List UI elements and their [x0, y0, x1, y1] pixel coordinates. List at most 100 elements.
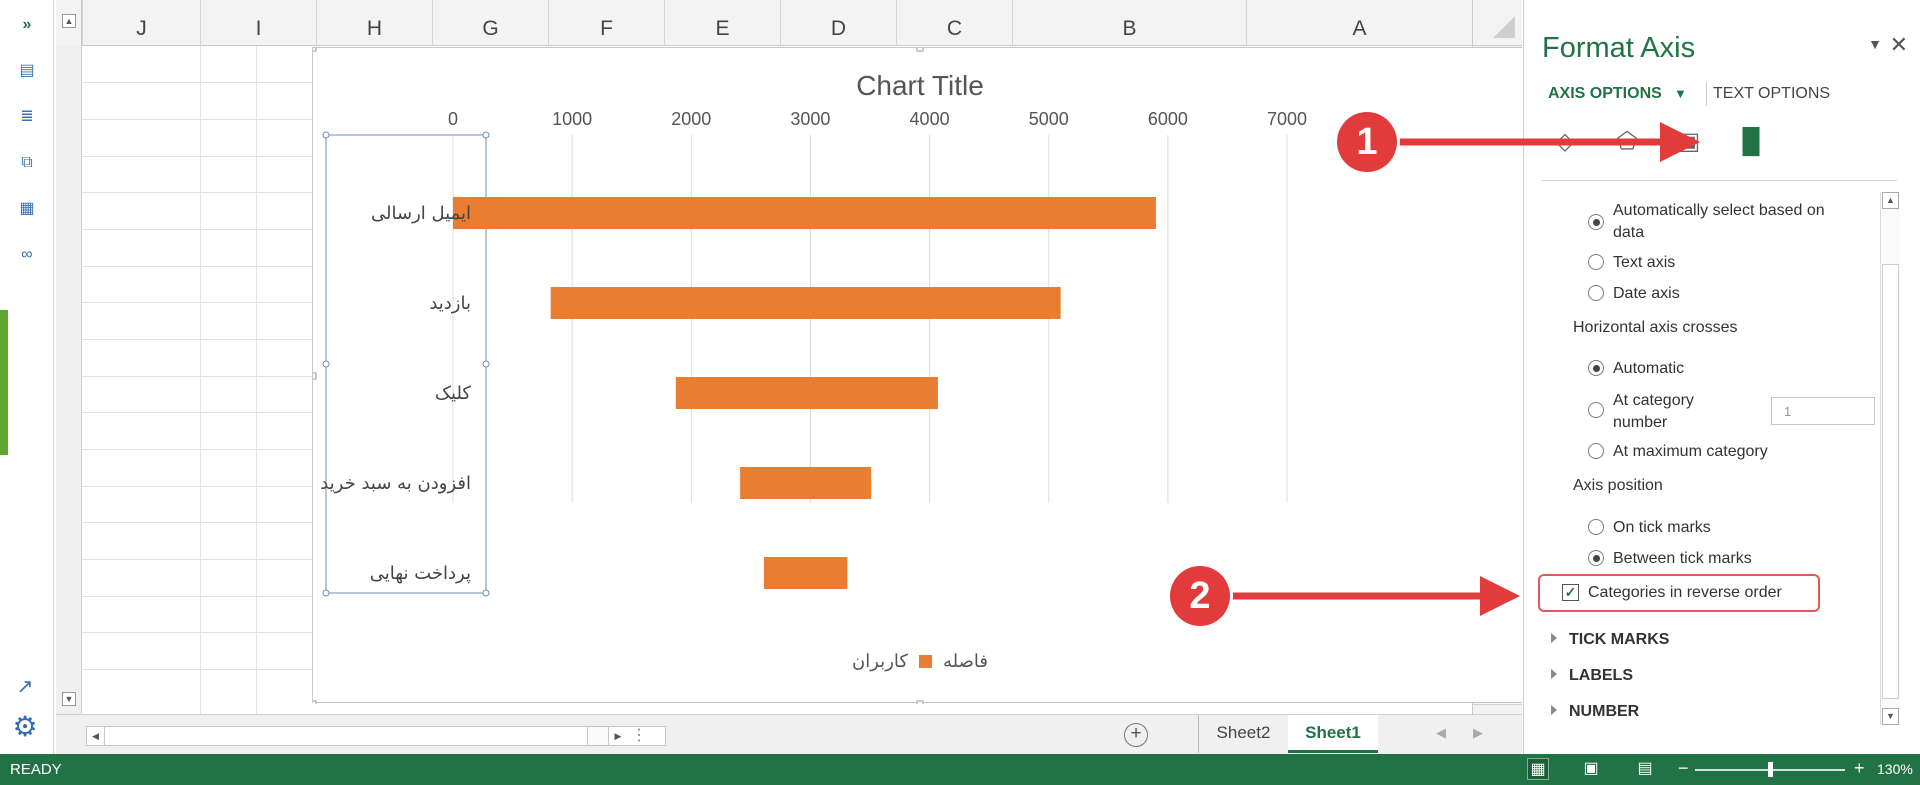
section-number[interactable]: NUMBER	[1551, 703, 1639, 721]
grid-line	[82, 632, 312, 633]
zoom-level[interactable]: 130%	[1877, 761, 1913, 777]
horizontal-scrollbar[interactable]: ◀ ▶	[86, 726, 666, 746]
section-number-label: NUMBER	[1569, 703, 1640, 720]
table-icon[interactable]: ▤	[14, 60, 40, 82]
chart-bar[interactable]	[550, 287, 1061, 319]
zoom-out-button[interactable]: −	[1678, 758, 1689, 779]
zoom-in-button[interactable]: +	[1854, 758, 1865, 779]
chevron-down-icon[interactable]: ▼	[1674, 86, 1687, 101]
side-collapse-handle[interactable]	[0, 310, 8, 455]
section-labels[interactable]: LABELS	[1551, 667, 1633, 685]
pane-scroll-down-icon[interactable]: ▼	[1882, 708, 1899, 725]
radio-at-max-category[interactable]	[1588, 443, 1604, 459]
pane-scroll-thumb[interactable]	[1882, 264, 1899, 699]
radio-automatic[interactable]	[1588, 360, 1604, 376]
scrollbar-thumb[interactable]	[587, 727, 609, 745]
grid-line	[82, 266, 312, 267]
chart-resize-handle[interactable]	[916, 700, 924, 704]
section-tick-marks[interactable]: TICK MARKS	[1551, 631, 1669, 649]
checkbox-reverse-order[interactable]: ✓	[1562, 584, 1579, 601]
tab-scroll-left-icon[interactable]: ◀	[1436, 725, 1446, 741]
select-all-corner[interactable]	[1473, 0, 1522, 46]
column-header[interactable]: F	[548, 0, 664, 46]
radio-text-axis[interactable]	[1588, 254, 1604, 270]
radio-between-tick-marks[interactable]	[1588, 550, 1604, 566]
column-header[interactable]: C	[896, 0, 1012, 46]
chart-bar[interactable]	[740, 467, 872, 499]
selection-handle[interactable]	[482, 131, 490, 139]
layers-icon[interactable]: ⧉	[14, 152, 40, 174]
chart-resize-handle[interactable]	[916, 48, 924, 52]
option-at-category-label-2: number	[1613, 414, 1668, 431]
pane-options-icon[interactable]: ▼	[1868, 36, 1882, 52]
add-sheet-button[interactable]: +	[1124, 723, 1148, 747]
grid-line	[82, 339, 312, 340]
grid-icon[interactable]: ▦	[14, 198, 40, 220]
fill-line-icon[interactable]: ◇	[1548, 125, 1582, 159]
selection-handle[interactable]	[322, 589, 330, 597]
radio-on-tick-marks[interactable]	[1588, 519, 1604, 535]
effects-icon[interactable]: ⬠	[1610, 125, 1644, 159]
grid-line	[82, 412, 312, 413]
grid-line	[82, 119, 312, 120]
split-handle-icon[interactable]: ⋮	[631, 725, 647, 745]
tab-scroll-right-icon[interactable]: ▶	[1473, 725, 1483, 741]
scroll-left-arrow-icon[interactable]: ◀	[87, 727, 105, 745]
chart-resize-handle[interactable]	[313, 48, 317, 52]
binoculars-icon[interactable]: ∞	[14, 244, 40, 266]
radio-date-axis[interactable]	[1588, 285, 1604, 301]
grid-line	[82, 669, 312, 670]
checkbox-reverse-label[interactable]: Categories in reverse order	[1588, 582, 1782, 603]
grid-line	[82, 596, 312, 597]
size-properties-icon[interactable]: ▣	[1672, 125, 1706, 159]
scroll-right-arrow-icon[interactable]: ▶	[609, 727, 627, 745]
grid-line	[256, 46, 257, 714]
chart-resize-handle[interactable]	[313, 372, 317, 380]
popout-icon[interactable]: ↗	[12, 674, 38, 700]
column-header-bar: ▲ J I H G F E D C B A	[56, 0, 1522, 46]
radio-auto-select[interactable]	[1588, 214, 1604, 230]
scroll-down-arrow-icon[interactable]: ▼	[62, 692, 76, 706]
column-header[interactable]: D	[780, 0, 896, 46]
tab-separator	[1706, 82, 1707, 106]
grid-line	[82, 302, 312, 303]
selection-handle[interactable]	[322, 360, 330, 368]
option-text-axis-label: Text axis	[1613, 254, 1676, 271]
gear-icon[interactable]: ⚙	[10, 712, 40, 742]
chart-legend[interactable]: فاصله کاربران	[313, 651, 1522, 672]
grid-line	[200, 46, 201, 714]
page-layout-icon[interactable]: ▣	[1580, 758, 1602, 780]
formula-icon[interactable]: ≣	[14, 106, 40, 128]
column-header[interactable]: H	[316, 0, 432, 46]
tab-sheet2[interactable]: Sheet2	[1198, 715, 1288, 753]
radio-at-category[interactable]	[1588, 402, 1604, 418]
close-icon[interactable]: ✕	[1890, 32, 1908, 58]
column-header[interactable]: E	[664, 0, 780, 46]
column-header[interactable]: I	[200, 0, 316, 46]
status-bar: READY ▦ ▣ ▤ − + 130%	[0, 754, 1920, 785]
selection-handle[interactable]	[322, 131, 330, 139]
vertical-scrollbar[interactable]: ▼	[56, 46, 82, 714]
selection-handle[interactable]	[482, 360, 490, 368]
zoom-slider-thumb[interactable]	[1768, 762, 1773, 777]
chart-bar[interactable]	[453, 197, 1156, 229]
selection-handle[interactable]	[482, 589, 490, 597]
chart-bar[interactable]	[763, 557, 848, 589]
column-header[interactable]: G	[432, 0, 548, 46]
column-header[interactable]: A	[1246, 0, 1472, 46]
tab-text-options[interactable]: TEXT OPTIONS	[1713, 85, 1830, 103]
tab-sheet1[interactable]: Sheet1	[1288, 715, 1378, 753]
tab-axis-options[interactable]: AXIS OPTIONS	[1548, 85, 1662, 103]
column-header[interactable]: B	[1012, 0, 1246, 46]
chart-bar[interactable]	[675, 377, 938, 409]
column-header[interactable]: J	[82, 0, 200, 46]
expand-panel-icon[interactable]: »	[14, 14, 40, 36]
page-break-view-icon[interactable]: ▤	[1634, 758, 1656, 780]
normal-view-icon[interactable]: ▦	[1527, 758, 1549, 780]
chart-resize-handle[interactable]	[313, 700, 317, 704]
pane-scroll-up-icon[interactable]: ▲	[1882, 192, 1899, 209]
category-number-field[interactable]: 1	[1771, 397, 1875, 425]
pane-scrollbar[interactable]: ▲ ▼	[1880, 192, 1900, 725]
axis-options-icon[interactable]: ▐▌	[1734, 125, 1768, 159]
scroll-up-arrow-icon[interactable]: ▲	[62, 14, 76, 28]
